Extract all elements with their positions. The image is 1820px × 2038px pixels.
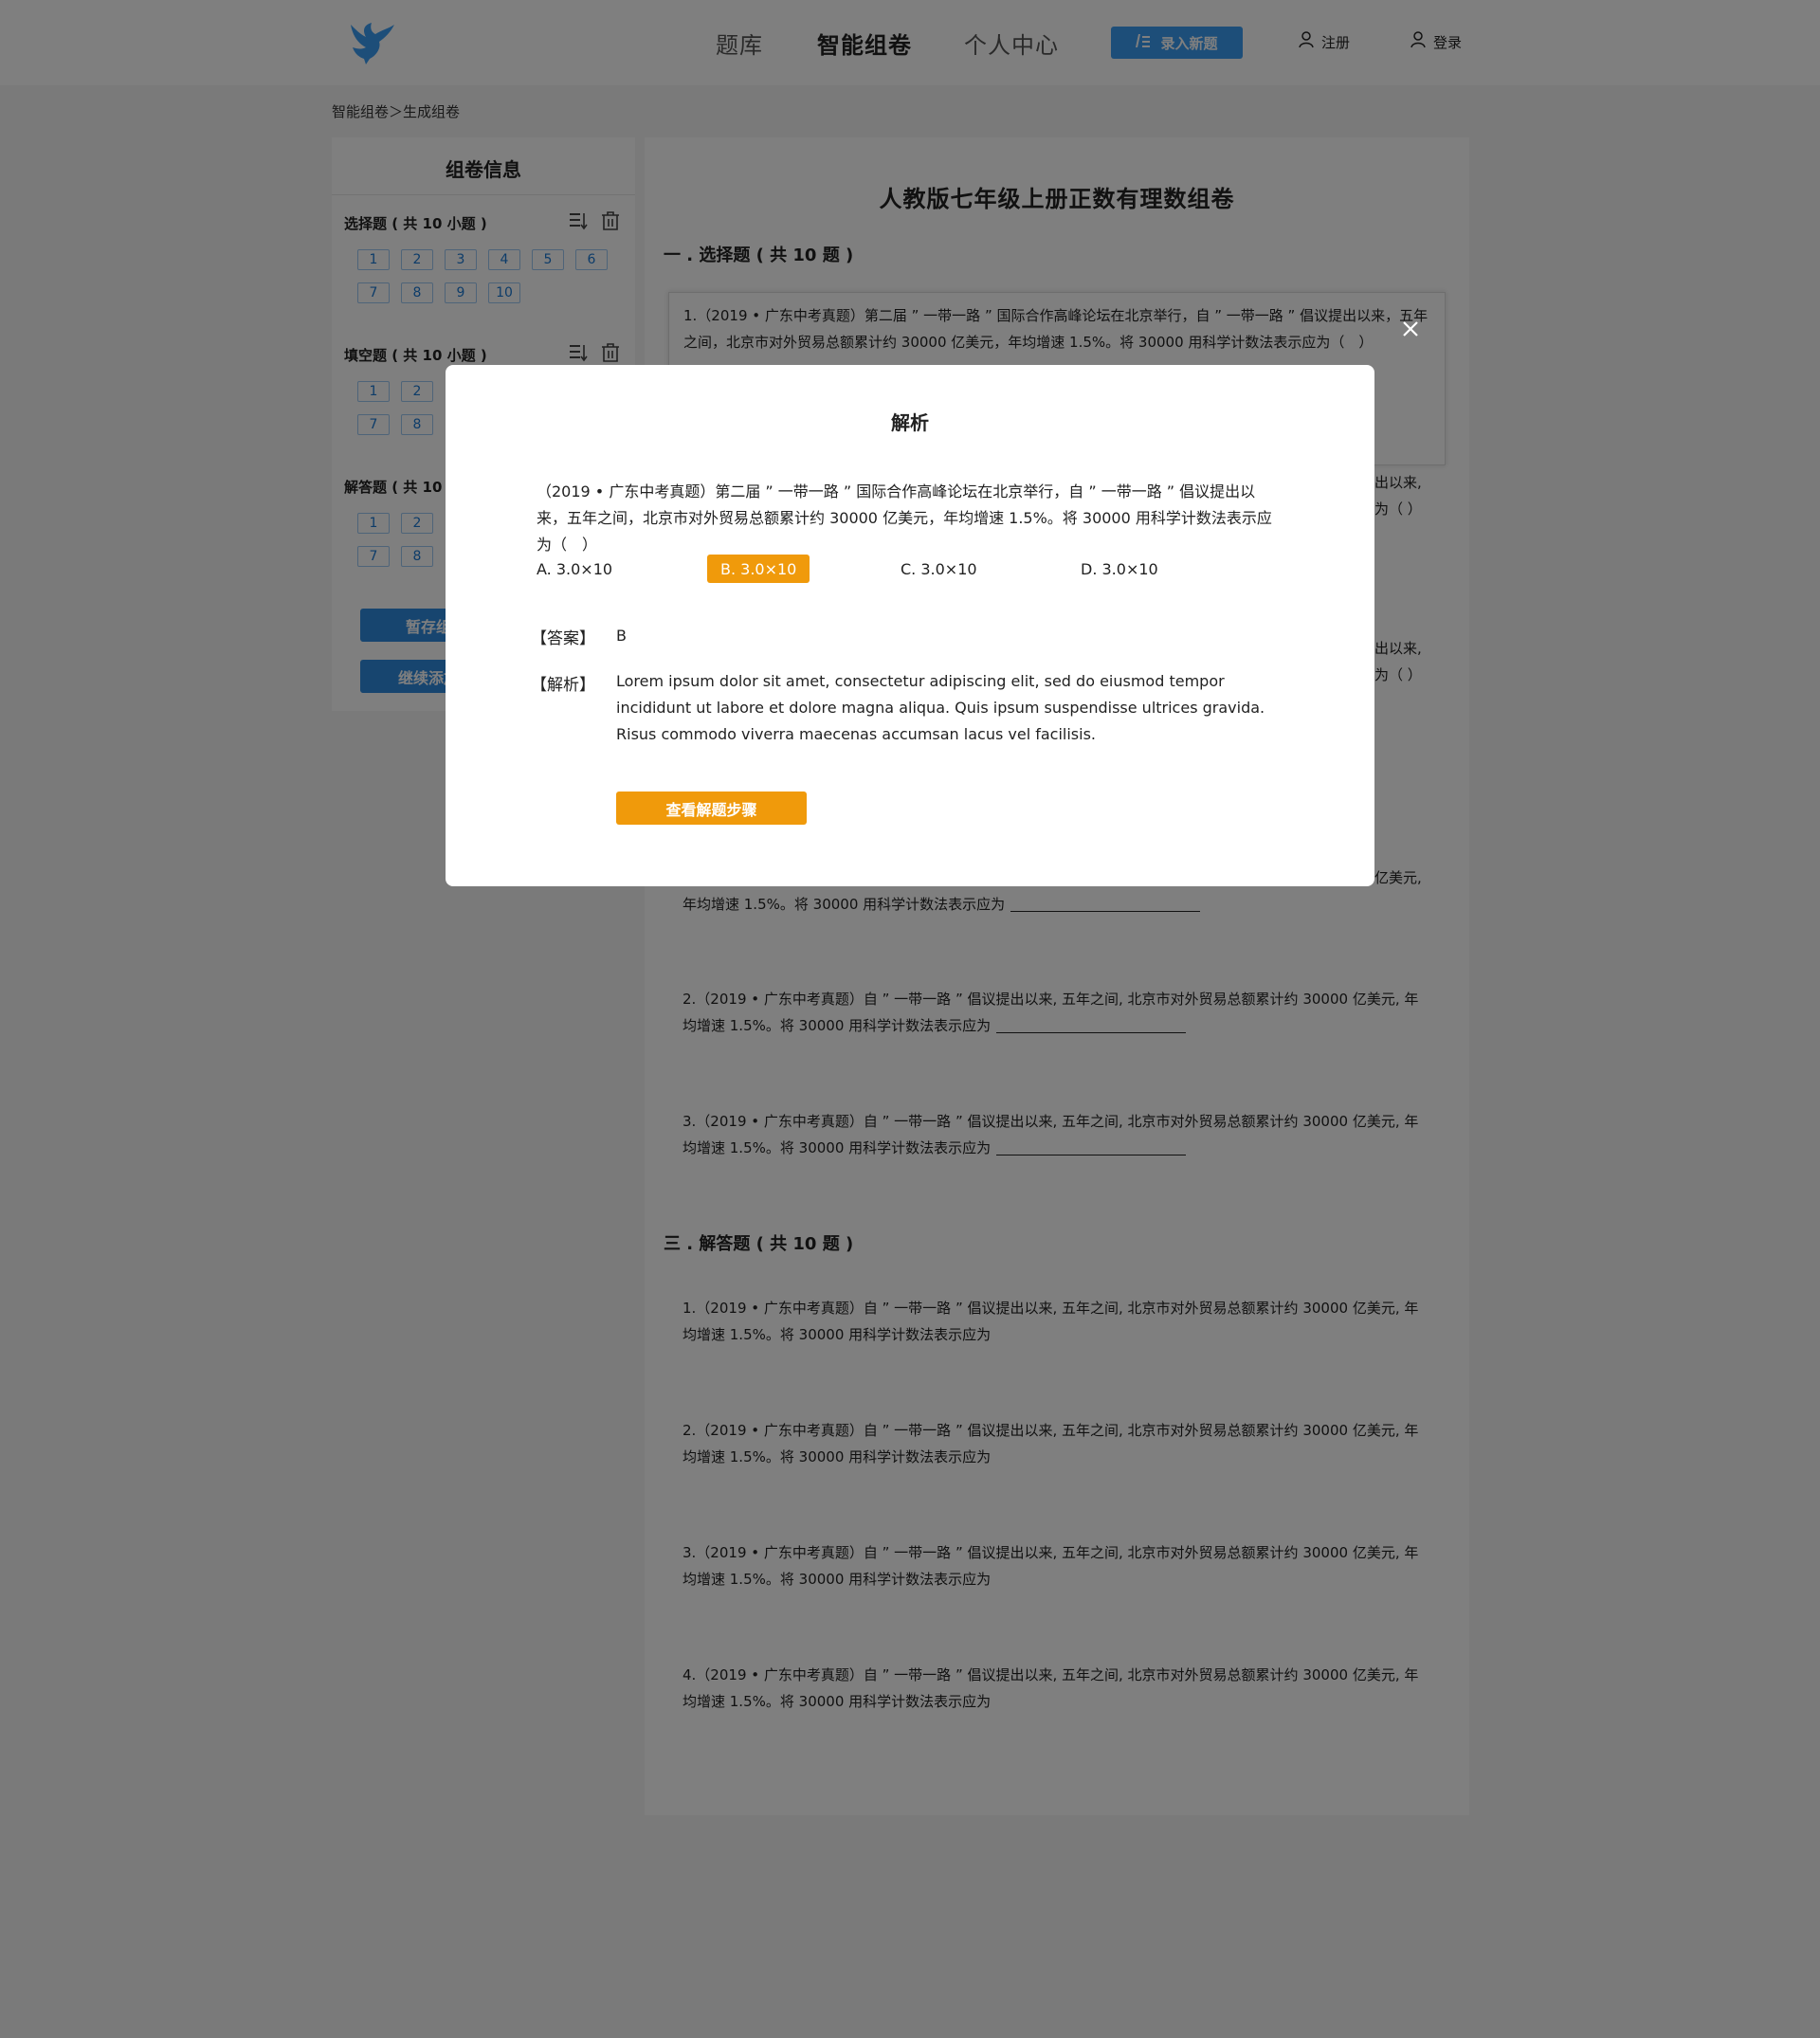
view-steps-button[interactable]: 查看解题步骤 — [616, 792, 807, 825]
modal-question-text: （2019 • 广东中考真题）第二届 ” 一带一路 ” 国际合作高峰论坛在北京举… — [537, 482, 1272, 554]
analysis-text: Lorem ipsum dolor sit amet, consectetur … — [616, 672, 1265, 743]
option-c[interactable]: C. 3.0×10 — [901, 555, 977, 583]
answer-value: B — [616, 627, 627, 645]
option-b-selected[interactable]: B. 3.0×10 — [707, 555, 810, 583]
modal-backdrop[interactable] — [0, 0, 1820, 2038]
close-icon[interactable] — [1397, 316, 1424, 342]
analysis-modal: 解析 （2019 • 广东中考真题）第二届 ” 一带一路 ” 国际合作高峰论坛在… — [446, 365, 1374, 886]
option-d[interactable]: D. 3.0×10 — [1081, 555, 1158, 583]
option-a[interactable]: A. 3.0×10 — [537, 555, 612, 583]
modal-title: 解析 — [891, 411, 929, 434]
answer-label: 【答案】 — [531, 629, 595, 648]
analysis-label: 【解析】 — [531, 676, 595, 695]
